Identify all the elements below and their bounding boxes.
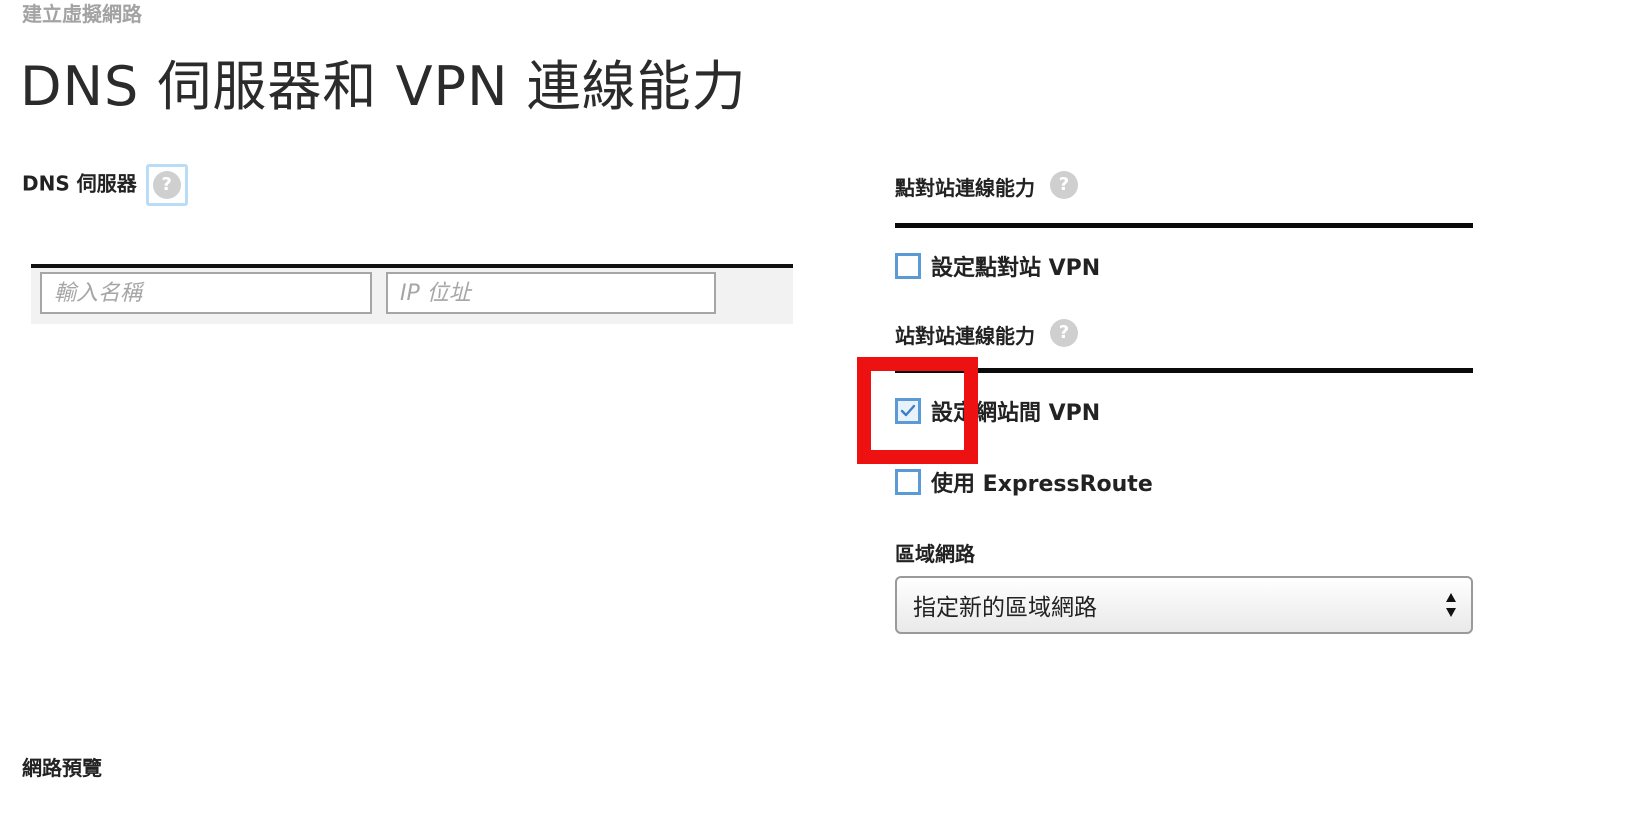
page-title: DNS 伺服器和 VPN 連線能力 [20,55,747,118]
dns-name-input[interactable] [40,272,372,314]
point-to-site-divider [895,223,1473,228]
dns-server-entry-panel [31,264,793,324]
use-expressroute-label[interactable]: 使用 ExpressRoute [931,466,1153,498]
configure-point-to-site-checkbox-row[interactable]: 設定點對站 VPN [895,250,1100,282]
point-to-site-section: 點對站連線能力 ? [895,170,1078,201]
wizard-label: 建立虛擬網路 [22,2,142,26]
configure-site-to-site-checkbox-row[interactable]: 設定網站間 VPN [895,395,1100,427]
select-arrows-icon [1446,593,1456,617]
point-to-site-label: 點對站連線能力 [895,176,1035,200]
site-to-site-checkbox[interactable] [895,398,921,424]
local-network-selected-value: 指定新的區域網路 [913,595,1097,621]
use-expressroute-checkbox-row[interactable]: 使用 ExpressRoute [895,466,1153,498]
local-network-label: 區域網路 [895,542,975,566]
expressroute-checkbox[interactable] [895,469,921,495]
site-to-site-divider [895,368,1473,373]
configure-site-to-site-label[interactable]: 設定網站間 VPN [931,395,1100,427]
create-virtual-network-page: 建立虛擬網路 DNS 伺服器和 VPN 連線能力 DNS 伺服器 ? 點對站連線… [0,0,1628,814]
point-to-site-checkbox[interactable] [895,253,921,279]
site-to-site-section: 站對站連線能力 ? [895,318,1078,349]
help-icon[interactable]: ? [152,171,181,199]
local-network-select[interactable]: 指定新的區域網路 [895,576,1473,634]
dns-servers-label: DNS 伺服器 [22,171,137,196]
dns-help-focus-ring[interactable]: ? [145,164,188,206]
dns-ip-address-input[interactable] [386,272,716,314]
dns-servers-section: DNS 伺服器 ? [22,164,188,206]
network-preview-label: 網路預覽 [22,756,102,780]
help-icon[interactable]: ? [1049,170,1078,199]
site-to-site-label: 站對站連線能力 [895,324,1035,348]
configure-point-to-site-label[interactable]: 設定點對站 VPN [931,250,1100,282]
help-icon[interactable]: ? [1049,318,1078,347]
checkmark-icon [900,404,916,417]
